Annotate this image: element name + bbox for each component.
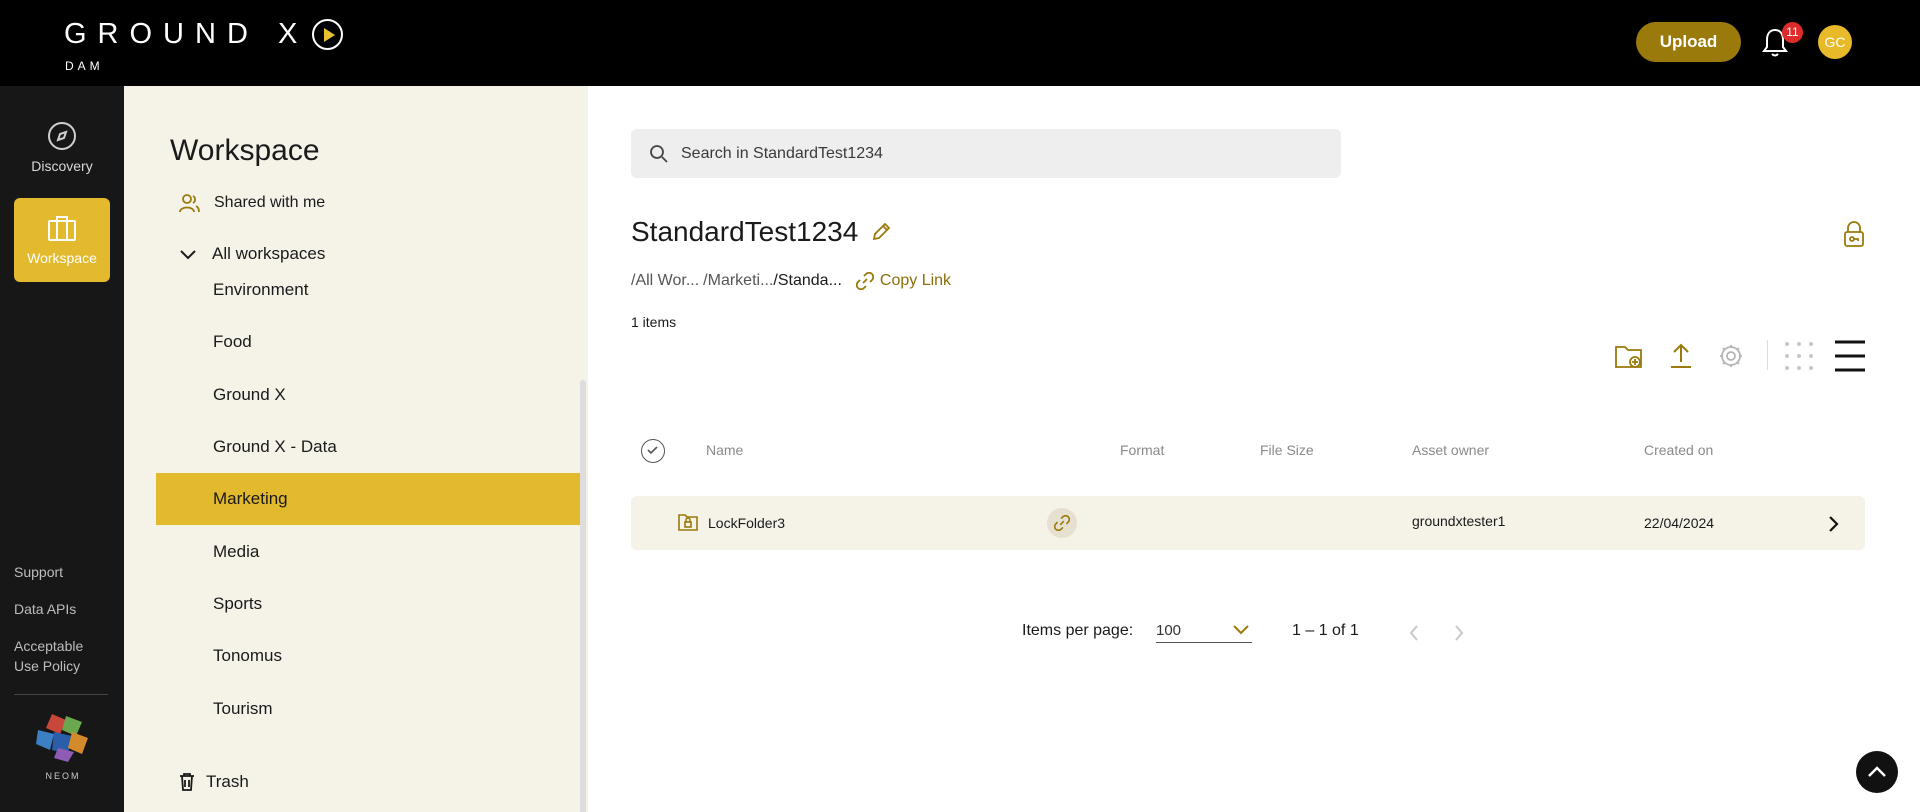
workspace-item-environment[interactable]: Environment bbox=[156, 264, 580, 316]
rail-item-discovery[interactable]: Discovery bbox=[14, 106, 110, 190]
new-folder-icon[interactable] bbox=[1614, 338, 1644, 374]
workspace-item-tonomus[interactable]: Tonomus bbox=[156, 630, 580, 682]
search-icon bbox=[650, 144, 668, 163]
chevron-down-icon bbox=[1233, 625, 1249, 635]
trash-icon bbox=[180, 773, 194, 791]
search-input[interactable] bbox=[681, 144, 1321, 163]
workspace-item-ground-x[interactable]: Ground X bbox=[156, 369, 580, 421]
app-logo[interactable]: GROUND X DAM bbox=[64, 18, 344, 73]
folder-header: StandardTest1234 bbox=[631, 216, 892, 248]
chevron-down-icon bbox=[180, 250, 196, 260]
breadcrumb: /All Wor... /Marketi... /Standa... Copy … bbox=[631, 272, 951, 290]
shared-with-me-link[interactable]: Shared with me bbox=[178, 192, 325, 214]
compass-icon bbox=[48, 122, 76, 150]
workspace-item-marketing[interactable]: Marketing bbox=[156, 473, 580, 525]
select-all-checkbox[interactable] bbox=[641, 439, 665, 463]
asset-name[interactable]: LockFolder3 bbox=[708, 496, 785, 550]
rail-item-label: Discovery bbox=[31, 158, 93, 174]
column-header-asset-owner[interactable]: Asset owner bbox=[1412, 442, 1489, 458]
neom-logo: NEOM bbox=[32, 710, 94, 781]
sidebar-scrollbar[interactable] bbox=[580, 380, 586, 812]
shared-with-me-label: Shared with me bbox=[214, 194, 326, 211]
workspace-item-ground-x-data[interactable]: Ground X - Data bbox=[156, 421, 580, 473]
workspace-item-sports[interactable]: Sports bbox=[156, 578, 580, 630]
rail-divider bbox=[14, 694, 108, 695]
all-workspaces-label: All workspaces bbox=[212, 244, 326, 263]
workspace-sidebar: Workspace Shared with me All workspaces … bbox=[124, 86, 588, 812]
user-icon bbox=[179, 194, 200, 213]
notification-badge: 11 bbox=[1782, 22, 1803, 43]
support-link[interactable]: Support bbox=[14, 562, 63, 582]
chevron-right-icon[interactable] bbox=[1827, 515, 1839, 533]
shared-link-badge[interactable] bbox=[1047, 508, 1077, 538]
data-apis-link[interactable]: Data APIs bbox=[14, 599, 76, 619]
lock-icon[interactable] bbox=[1843, 220, 1865, 248]
items-per-page-value: 100 bbox=[1156, 622, 1182, 639]
sidebar-title: Workspace bbox=[170, 134, 320, 167]
table-row[interactable]: LockFolder3 groundxtester1 22/04/2024 bbox=[631, 496, 1865, 550]
pagination-range: 1 – 1 of 1 bbox=[1292, 622, 1359, 639]
logo-text: GROUND X bbox=[64, 18, 309, 50]
play-icon bbox=[312, 19, 344, 50]
neom-text: NEOM bbox=[45, 771, 81, 781]
asset-owner: groundxtester1 bbox=[1412, 513, 1506, 529]
all-workspaces-toggle[interactable]: All workspaces bbox=[178, 244, 325, 264]
rail-item-label: Workspace bbox=[27, 250, 97, 266]
column-header-file-size[interactable]: File Size bbox=[1260, 442, 1314, 458]
acceptable-use-policy-link[interactable]: Acceptable Use Policy bbox=[14, 636, 110, 676]
breadcrumb-marketing[interactable]: /Marketi... bbox=[703, 272, 773, 290]
logo-subtitle: DAM bbox=[65, 59, 104, 73]
rail-item-workspace[interactable]: Workspace bbox=[14, 198, 110, 282]
link-icon bbox=[1054, 515, 1070, 531]
upload-icon[interactable] bbox=[1668, 338, 1694, 374]
top-bar: GROUND X DAM Upload 11 GC bbox=[0, 0, 1920, 86]
search-bar bbox=[631, 129, 1341, 178]
toolbar-divider bbox=[1767, 340, 1768, 370]
copy-link-label: Copy Link bbox=[879, 272, 952, 289]
workspace-item-food[interactable]: Food bbox=[156, 316, 580, 368]
chevron-up-icon bbox=[1868, 766, 1886, 777]
breadcrumb-current: /Standa... bbox=[773, 272, 842, 289]
check-icon bbox=[647, 446, 658, 455]
user-avatar[interactable]: GC bbox=[1818, 25, 1852, 59]
trash-link[interactable]: Trash bbox=[178, 772, 249, 792]
asset-created-on: 22/04/2024 bbox=[1644, 515, 1715, 531]
column-header-created-on[interactable]: Created on bbox=[1644, 442, 1713, 458]
copy-link-button[interactable]: Copy Link bbox=[855, 272, 952, 290]
scroll-to-top-button[interactable] bbox=[1856, 751, 1898, 793]
breadcrumb-all-workspaces[interactable]: /All Wor... bbox=[631, 272, 699, 290]
briefcase-icon bbox=[48, 216, 76, 241]
workspace-item-tourism[interactable]: Tourism bbox=[156, 683, 580, 735]
workspace-item-media[interactable]: Media bbox=[156, 526, 580, 578]
edit-pencil-icon[interactable] bbox=[870, 221, 892, 243]
list-view-icon[interactable] bbox=[1834, 338, 1866, 374]
column-header-name[interactable]: Name bbox=[706, 442, 743, 458]
trash-label: Trash bbox=[206, 772, 249, 791]
column-header-format[interactable]: Format bbox=[1120, 442, 1164, 458]
page-title: StandardTest1234 bbox=[631, 216, 859, 247]
settings-gear-icon[interactable] bbox=[1717, 338, 1745, 374]
locked-folder-icon bbox=[678, 514, 698, 531]
upload-button[interactable]: Upload bbox=[1636, 22, 1741, 62]
neom-mark-icon bbox=[36, 714, 88, 762]
items-per-page-label: Items per page: bbox=[1022, 622, 1134, 639]
next-page-icon[interactable] bbox=[1453, 624, 1465, 642]
items-per-page-select[interactable]: 100 bbox=[1156, 622, 1252, 643]
link-icon bbox=[855, 272, 874, 290]
grid-view-icon[interactable] bbox=[1783, 338, 1815, 374]
previous-page-icon[interactable] bbox=[1408, 624, 1420, 642]
items-count: 1 items bbox=[631, 314, 677, 330]
left-rail: Discovery Workspace Support Data APIs Ac… bbox=[0, 86, 124, 812]
